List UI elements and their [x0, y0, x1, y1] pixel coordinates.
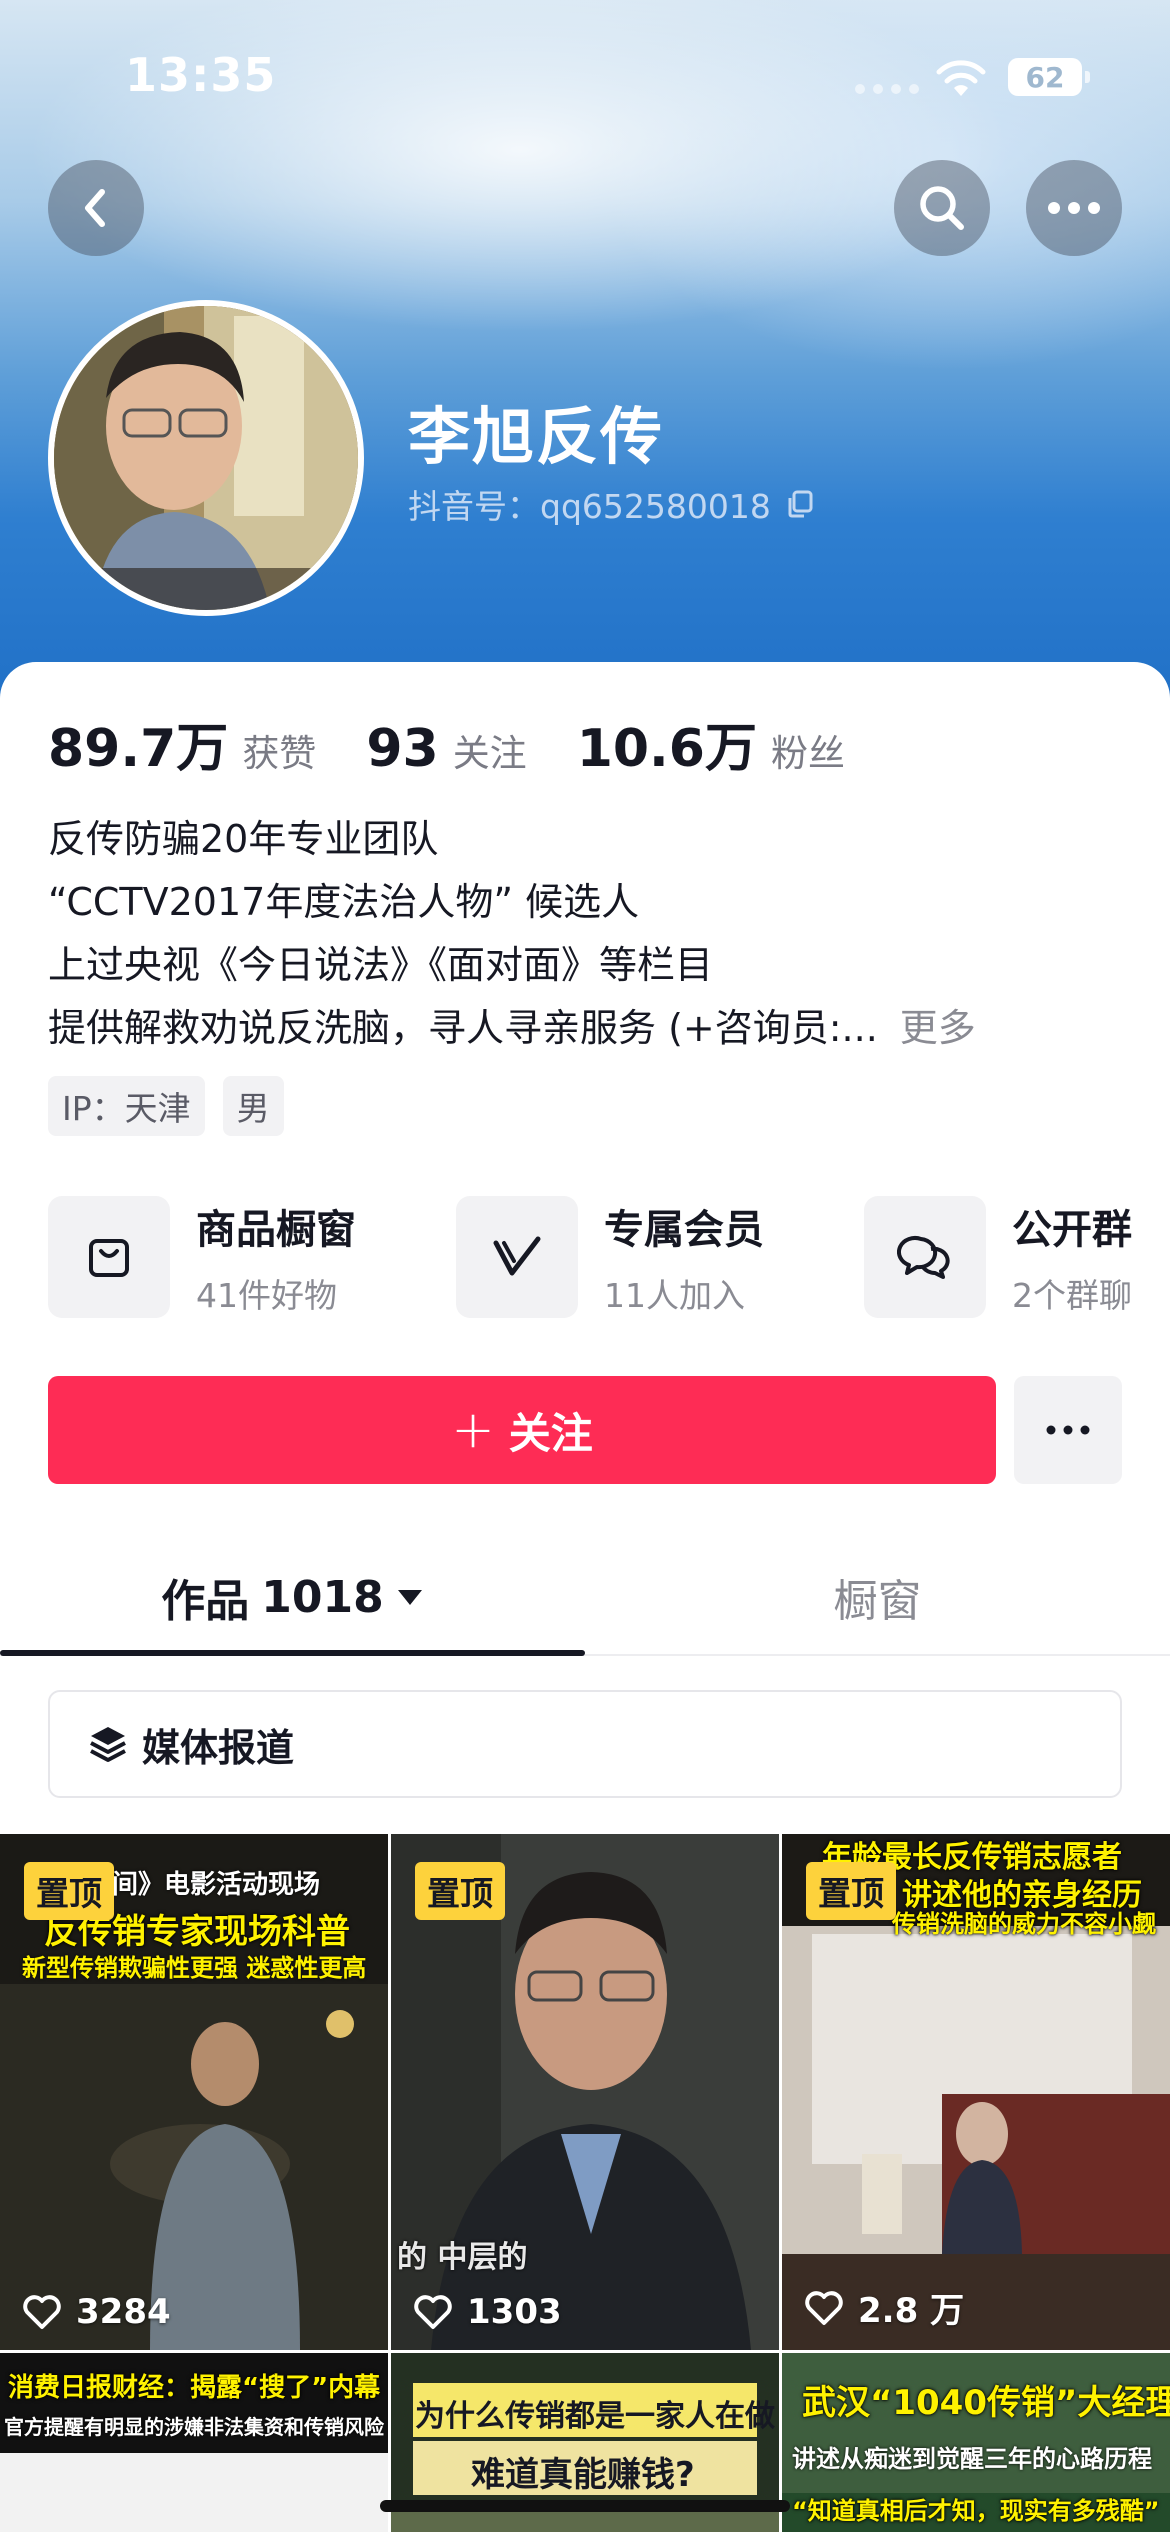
stat-likes[interactable]: 89.7万 获赞: [48, 706, 316, 781]
tab-works[interactable]: 作品 1018: [0, 1540, 585, 1654]
more-dots-icon: [1048, 202, 1100, 214]
pinned-badge: 置顶: [415, 1862, 505, 1920]
profile-bio: 反传防骗20年专业团队 “CCTV2017年度法治人物” 候选人 上过央视《今日…: [48, 808, 976, 1060]
stat-value: 10.6万: [576, 719, 757, 779]
stat-followers[interactable]: 10.6万 粉丝: [577, 706, 845, 781]
stat-label: 获赞: [242, 732, 317, 775]
follow-label: 关注: [508, 1408, 593, 1458]
video-thumbnail[interactable]: 武汉“1040传销”大经理 讲述从痴迷到觉醒三年的心路历程 “知道真相后才知，现…: [782, 2353, 1170, 2532]
video-likes: 2.8 万: [804, 2283, 964, 2332]
tab-shop-window[interactable]: 橱窗: [585, 1540, 1170, 1654]
video-grid: 《人间》电影活动现场 反传销专家现场科普 新型传销欺骗性更强 迷惑性更高 置顶 …: [0, 1834, 1170, 2532]
video-thumbnail[interactable]: 消费日报财经：揭露“搜了”内幕 官方提醒有明显的涉嫌非法集资和传销风险: [0, 2353, 388, 2532]
stat-label: 关注: [452, 732, 527, 775]
feature-title: 商品橱窗: [196, 1207, 356, 1253]
video-likes-count: 1303: [467, 2292, 562, 2332]
feature-shop-window[interactable]: 商品橱窗 41件好物: [48, 1196, 356, 1318]
back-button[interactable]: [48, 160, 144, 256]
pinned-badge: 置顶: [24, 1862, 114, 1920]
feature-icon-box: [48, 1196, 170, 1318]
heart-icon: [805, 2290, 843, 2325]
plus-icon: +: [451, 1400, 495, 1460]
home-indicator: [380, 2500, 790, 2512]
content-tabs: 作品 1018 橱窗: [0, 1540, 1170, 1656]
video-likes-count: 2.8 万: [858, 2291, 965, 2331]
stat-value: 89.7万: [48, 719, 229, 779]
feature-subtitle: 41件好物: [196, 1276, 337, 1315]
profile-name: 李旭反传: [408, 400, 665, 473]
video-thumbnail[interactable]: 的 中层的 置顶 1303: [391, 1834, 779, 2350]
video-caption-main: 消费日报财经：揭露“搜了”内幕: [8, 2373, 381, 2403]
bio-line: 反传防骗20年专业团队: [48, 817, 439, 861]
caret-down-icon[interactable]: [396, 1587, 424, 1607]
douyin-id[interactable]: 抖音号：qq652580018: [408, 480, 815, 528]
bio-more-link[interactable]: 更多: [900, 1006, 976, 1050]
chevron-left-icon: [85, 189, 105, 227]
status-bar: 13:35 62: [0, 0, 1170, 150]
follow-button[interactable]: + 关注: [48, 1376, 996, 1484]
stat-following[interactable]: 93 关注: [366, 719, 526, 779]
member-v-icon: [493, 1236, 541, 1276]
feature-title: 专属会员: [604, 1207, 764, 1253]
gender-tag: 男: [222, 1076, 284, 1136]
video-likes: 1303: [413, 2292, 562, 2332]
video-caption-extra: “知道真相后才知，现实有多残酷”: [792, 2497, 1160, 2525]
ip-location-tag: IP：天津: [48, 1076, 205, 1136]
video-caption-sub: 讲述从痴迷到觉醒三年的心路历程: [792, 2445, 1152, 2473]
video-likes: 3284: [22, 2292, 171, 2332]
profile-stats: 89.7万 获赞 93 关注 10.6万 粉丝: [48, 706, 895, 781]
tab-works-label: 作品: [161, 1576, 250, 1627]
video-caption-main: 为什么传销都是一家人在做: [415, 2399, 775, 2434]
video-caption-sub: 难道真能赚钱?: [471, 2455, 695, 2495]
more-dots-icon: [1046, 1425, 1090, 1435]
feature-subtitle: 2个群聊: [1012, 1276, 1132, 1315]
copy-icon[interactable]: [785, 489, 815, 519]
feature-icon-box: [456, 1196, 578, 1318]
status-time: 13:35: [125, 48, 277, 102]
pinned-badge: 置顶: [806, 1862, 896, 1920]
search-button[interactable]: [894, 160, 990, 256]
heart-icon: [414, 2295, 452, 2329]
bio-line-last: 提供解救劝说反洗脑，寻人寻亲服务 (+咨询员:... 更多: [48, 997, 976, 1060]
video-caption-sub: 官方提醒有明显的涉嫌非法集资和传销风险: [4, 2415, 384, 2439]
wifi-icon: [936, 60, 986, 96]
group-chat-icon: [897, 1235, 950, 1279]
more-options-button[interactable]: [1026, 160, 1122, 256]
avatar[interactable]: [48, 300, 364, 616]
video-caption-main: 武汉“1040传销”大经理: [802, 2383, 1170, 2423]
feature-membership[interactable]: 专属会员 11人加入: [456, 1196, 764, 1318]
video-caption-sub: 新型传销欺骗性更强 迷惑性更高: [22, 1954, 367, 1982]
follow-more-button[interactable]: [1014, 1376, 1122, 1484]
heart-icon: [23, 2295, 61, 2329]
stat-value: 93: [366, 719, 439, 779]
bio-line-text: 提供解救劝说反洗脑，寻人寻亲服务 (+咨询员:...: [48, 1006, 878, 1050]
video-thumbnail[interactable]: 年龄最长反传销志愿者 讲述他的亲身经历 传销洗脑的威力不容小觑 置顶 2.8 万: [782, 1834, 1170, 2350]
stat-label: 粉丝: [771, 732, 845, 775]
collection-media-reports[interactable]: 媒体报道: [48, 1690, 1122, 1798]
layers-icon: [90, 1727, 126, 1762]
feature-title: 公开群: [1012, 1207, 1132, 1253]
tab-works-count: 1018: [261, 1571, 384, 1623]
cellular-signal-icon: [855, 84, 919, 94]
battery-indicator: 62: [1008, 58, 1090, 96]
search-icon: [920, 186, 964, 230]
feature-subtitle: 11人加入: [604, 1276, 745, 1315]
feature-icon-box: [864, 1196, 986, 1318]
avatar-portrait: [54, 306, 358, 610]
active-tab-indicator: [0, 1650, 585, 1656]
bio-line: 上过央视《今日说法》《面对面》等栏目: [48, 943, 714, 987]
shopping-bag-icon: [89, 1239, 129, 1277]
video-thumbnail[interactable]: 《人间》电影活动现场 反传销专家现场科普 新型传销欺骗性更强 迷惑性更高 置顶 …: [0, 1834, 388, 2350]
video-caption-sub: 传销洗脑的威力不容小觑: [892, 1910, 1156, 1938]
profile-tags: IP：天津 男: [48, 1076, 284, 1136]
feature-public-group[interactable]: 公开群 2个群聊: [864, 1196, 1132, 1318]
bio-line: “CCTV2017年度法治人物” 候选人: [48, 880, 640, 924]
video-likes-count: 3284: [76, 2292, 171, 2332]
collection-label: 媒体报道: [142, 1725, 295, 1770]
douyin-id-text: 抖音号：qq652580018: [408, 487, 771, 526]
video-caption-low: 的 中层的: [397, 2240, 528, 2275]
